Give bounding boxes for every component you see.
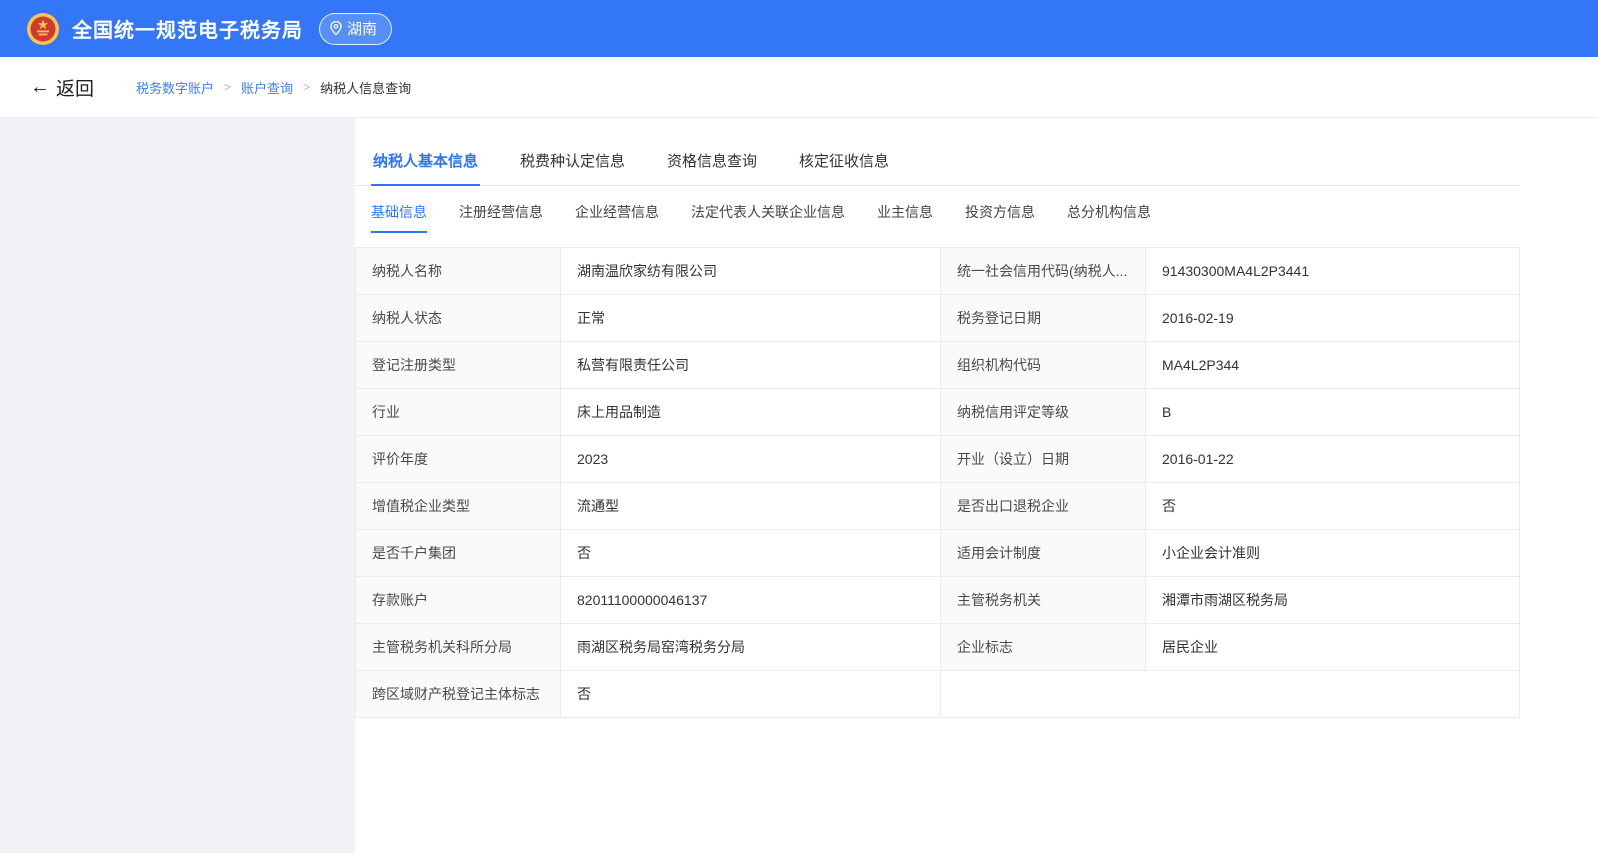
app-header: 全国统一规范电子税务局 湖南 (0, 0, 1598, 57)
field-label: 税务登记日期 (941, 295, 1146, 342)
table-row: 行业 床上用品制造 纳税信用评定等级 B (356, 389, 1520, 436)
field-label: 统一社会信用代码(纳税人... (941, 248, 1146, 295)
taxpayer-info-table: 纳税人名称 湖南温欣家纺有限公司 统一社会信用代码(纳税人... 9143030… (355, 247, 1520, 718)
field-label: 主管税务机关 (941, 577, 1146, 624)
field-label: 是否出口退税企业 (941, 483, 1146, 530)
field-value: 正常 (561, 295, 941, 342)
back-arrow-icon: ← (30, 77, 50, 97)
field-label: 登记注册类型 (356, 342, 561, 389)
field-label: 是否千户集团 (356, 530, 561, 577)
field-label: 适用会计制度 (941, 530, 1146, 577)
field-value: 私营有限责任公司 (561, 342, 941, 389)
table-row: 增值税企业类型 流通型 是否出口退税企业 否 (356, 483, 1520, 530)
field-value: 居民企业 (1146, 624, 1520, 671)
field-value: 82011100000046137 (561, 577, 941, 624)
national-emblem-logo (26, 12, 60, 46)
field-label: 纳税人名称 (356, 248, 561, 295)
tab-tax-type-determination[interactable]: 税费种认定信息 (518, 142, 627, 186)
tab-qualification-query[interactable]: 资格信息查询 (665, 142, 759, 186)
field-value: 湖南温欣家纺有限公司 (561, 248, 941, 295)
subtab-head-branch-info[interactable]: 总分机构信息 (1067, 202, 1151, 233)
table-row: 是否千户集团 否 适用会计制度 小企业会计准则 (356, 530, 1520, 577)
empty-cell (941, 671, 1520, 718)
taxpayer-info-panel: 纳税人基本信息 税费种认定信息 资格信息查询 核定征收信息 基础信息 注册经营信… (355, 118, 1598, 853)
subtab-basic-info[interactable]: 基础信息 (371, 202, 427, 233)
field-value: 否 (561, 530, 941, 577)
field-label: 行业 (356, 389, 561, 436)
table-row: 存款账户 82011100000046137 主管税务机关 湘潭市雨湖区税务局 (356, 577, 1520, 624)
content-area: 纳税人基本信息 税费种认定信息 资格信息查询 核定征收信息 基础信息 注册经营信… (0, 118, 1598, 853)
table-row: 主管税务机关科所分局 雨湖区税务局窑湾税务分局 企业标志 居民企业 (356, 624, 1520, 671)
field-value: 2016-02-19 (1146, 295, 1520, 342)
field-label: 组织机构代码 (941, 342, 1146, 389)
breadcrumb-item-tax-digital-account[interactable]: 税务数字账户 (136, 78, 214, 97)
field-label: 开业（设立）日期 (941, 436, 1146, 483)
table-row: 评价年度 2023 开业（设立）日期 2016-01-22 (356, 436, 1520, 483)
field-value: 2023 (561, 436, 941, 483)
field-value: 湘潭市雨湖区税务局 (1146, 577, 1520, 624)
subtab-owner-info[interactable]: 业主信息 (877, 202, 933, 233)
subtab-enterprise-business-info[interactable]: 企业经营信息 (575, 202, 659, 233)
location-pin-icon (330, 21, 342, 35)
primary-tabs: 纳税人基本信息 税费种认定信息 资格信息查询 核定征收信息 (355, 138, 1520, 186)
table-row: 纳税人名称 湖南温欣家纺有限公司 统一社会信用代码(纳税人... 9143030… (356, 248, 1520, 295)
back-button[interactable]: ← 返回 (30, 74, 94, 101)
tab-taxpayer-basic-info[interactable]: 纳税人基本信息 (371, 142, 480, 186)
field-label: 纳税信用评定等级 (941, 389, 1146, 436)
tab-assessed-collection[interactable]: 核定征收信息 (797, 142, 891, 186)
subtab-investor-info[interactable]: 投资方信息 (965, 202, 1035, 233)
secondary-tabs: 基础信息 注册经营信息 企业经营信息 法定代表人关联企业信息 业主信息 投资方信… (355, 186, 1520, 233)
field-value: 床上用品制造 (561, 389, 941, 436)
field-value: B (1146, 389, 1520, 436)
location-badge-label: 湖南 (347, 18, 377, 39)
breadcrumb-separator: > (303, 80, 310, 94)
subtab-legal-rep-related-enterprise[interactable]: 法定代表人关联企业信息 (691, 202, 845, 233)
field-value: 流通型 (561, 483, 941, 530)
subtab-registered-business-info[interactable]: 注册经营信息 (459, 202, 543, 233)
field-label: 纳税人状态 (356, 295, 561, 342)
location-badge[interactable]: 湖南 (319, 13, 392, 45)
field-value: 否 (561, 671, 941, 718)
left-empty-space (0, 118, 355, 853)
field-label: 跨区域财产税登记主体标志 (356, 671, 561, 718)
field-value: 小企业会计准则 (1146, 530, 1520, 577)
field-value: 雨湖区税务局窑湾税务分局 (561, 624, 941, 671)
breadcrumb-item-current: 纳税人信息查询 (320, 78, 411, 97)
app-title: 全国统一规范电子税务局 (72, 14, 303, 43)
field-value: 2016-01-22 (1146, 436, 1520, 483)
field-label: 存款账户 (356, 577, 561, 624)
field-value: MA4L2P344 (1146, 342, 1520, 389)
breadcrumb-separator: > (224, 80, 231, 94)
table-row: 纳税人状态 正常 税务登记日期 2016-02-19 (356, 295, 1520, 342)
table-row: 登记注册类型 私营有限责任公司 组织机构代码 MA4L2P344 (356, 342, 1520, 389)
field-label: 主管税务机关科所分局 (356, 624, 561, 671)
field-label: 评价年度 (356, 436, 561, 483)
field-label: 企业标志 (941, 624, 1146, 671)
breadcrumb: 税务数字账户 > 账户查询 > 纳税人信息查询 (136, 78, 411, 97)
breadcrumb-bar: ← 返回 税务数字账户 > 账户查询 > 纳税人信息查询 (0, 57, 1598, 118)
field-value: 否 (1146, 483, 1520, 530)
back-button-label: 返回 (56, 74, 94, 101)
table-row: 跨区域财产税登记主体标志 否 (356, 671, 1520, 718)
field-label: 增值税企业类型 (356, 483, 561, 530)
breadcrumb-item-account-query[interactable]: 账户查询 (241, 78, 293, 97)
field-value: 91430300MA4L2P3441 (1146, 248, 1520, 295)
